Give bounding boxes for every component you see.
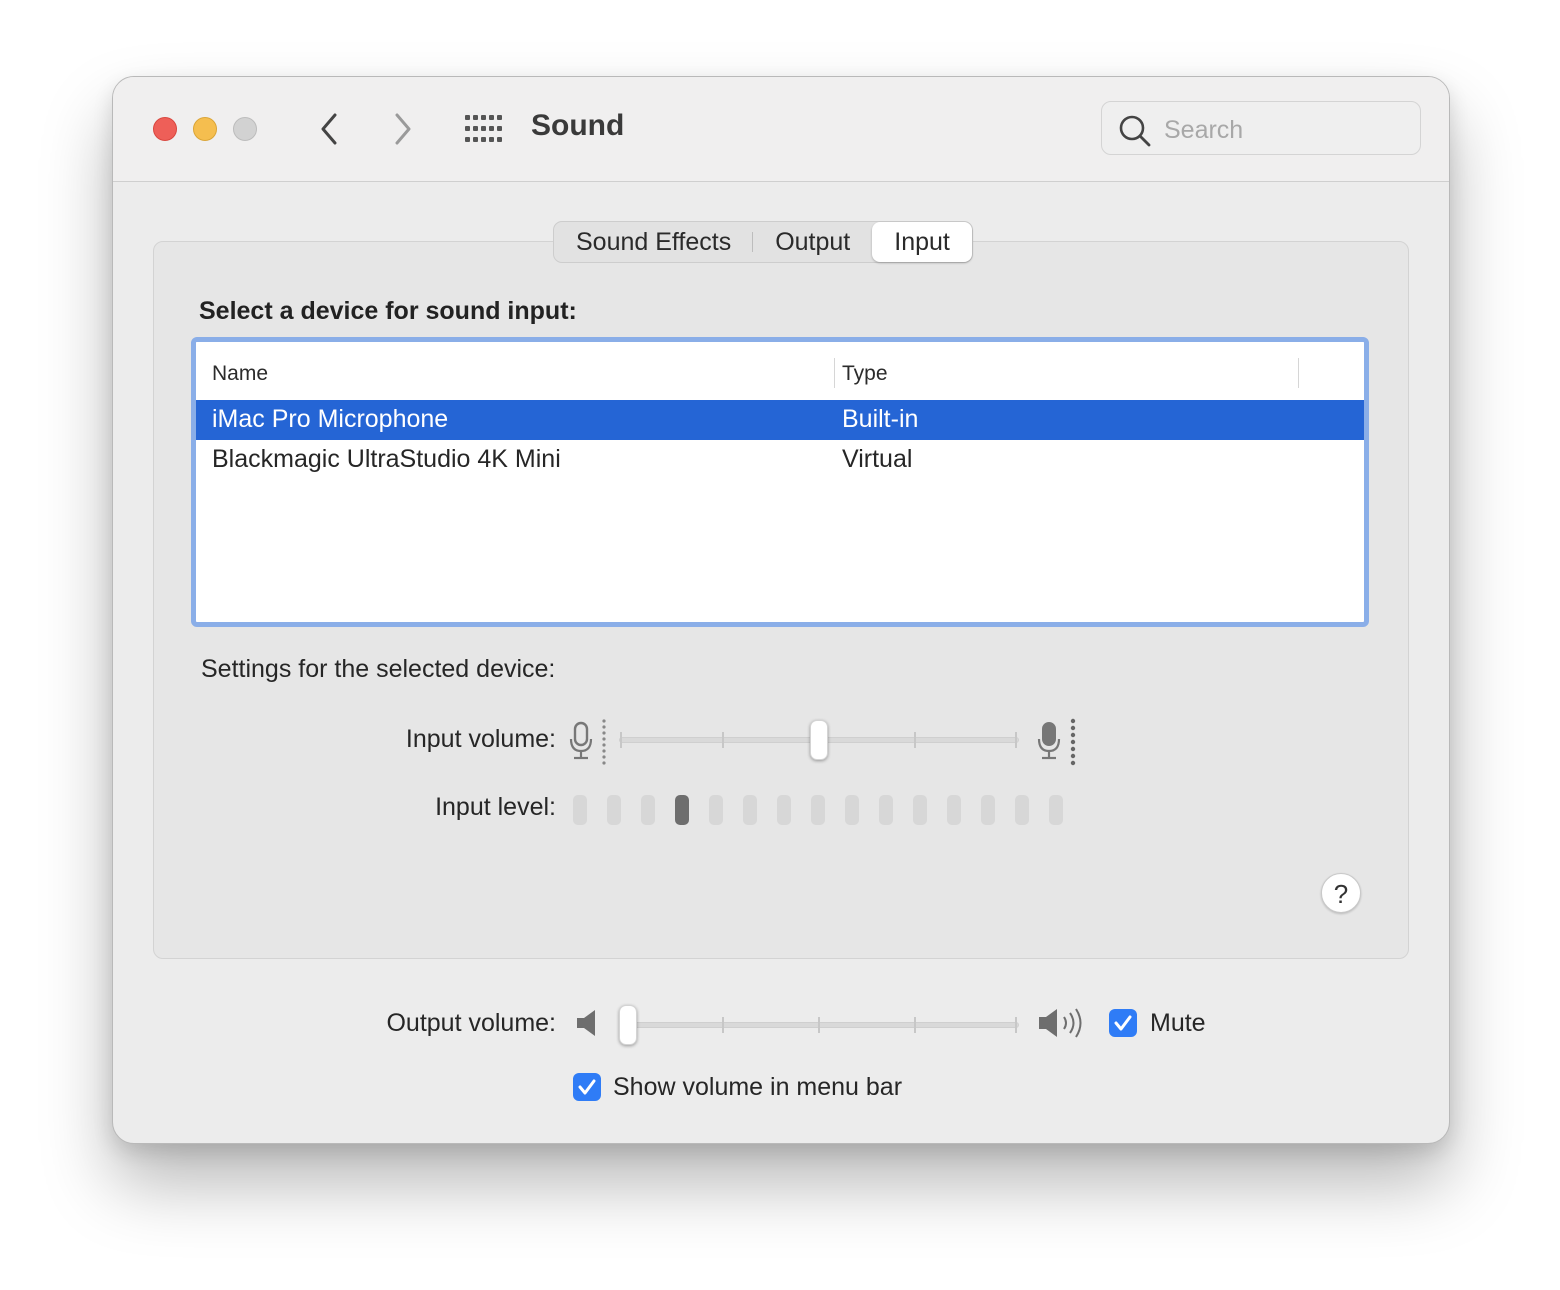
output-volume-label: Output volume: [386, 1009, 556, 1037]
column-header-type[interactable]: Type [842, 362, 888, 386]
show-volume-label[interactable]: Show volume in menu bar [613, 1073, 902, 1102]
level-segment [845, 795, 859, 825]
slider-tick [1015, 1017, 1017, 1033]
device-type: Built-in [842, 405, 919, 433]
level-segment [879, 795, 893, 825]
table-row[interactable]: Blackmagic UltraStudio 4K Mini Virtual [196, 440, 1364, 480]
output-volume-slider[interactable] [619, 1003, 1019, 1047]
window-title: Sound [531, 109, 625, 142]
settings-title: Settings for the selected device: [201, 655, 556, 683]
level-segment [1015, 795, 1029, 825]
slider-tick [620, 732, 622, 748]
level-segment [573, 795, 587, 825]
column-divider [1298, 358, 1299, 388]
slider-tick [1015, 732, 1017, 748]
slider-knob[interactable] [619, 1005, 637, 1045]
minimize-window-button[interactable] [193, 117, 217, 141]
slider-knob[interactable] [810, 720, 828, 760]
forward-button[interactable] [387, 111, 417, 147]
microphone-high-icon [1037, 718, 1076, 766]
input-volume-label: Input volume: [405, 725, 556, 753]
show-all-button[interactable] [465, 115, 503, 143]
level-segment [981, 795, 995, 825]
level-segment [913, 795, 927, 825]
level-segment [607, 795, 621, 825]
chevron-left-icon [321, 113, 337, 145]
speaker-low-icon [577, 1010, 595, 1036]
tab-bar: Sound Effects Output Input [553, 221, 973, 263]
table-row[interactable]: iMac Pro Microphone Built-in [196, 400, 1364, 440]
column-header-name[interactable]: Name [212, 362, 268, 386]
level-segment [675, 795, 689, 825]
checkmark-icon [578, 1079, 596, 1095]
device-name: iMac Pro Microphone [212, 405, 449, 433]
level-segment [641, 795, 655, 825]
device-type: Virtual [842, 445, 913, 473]
input-volume-slider[interactable] [619, 717, 1019, 761]
chevron-right-icon [395, 113, 411, 145]
input-level-label: Input level: [435, 793, 556, 821]
device-section-title: Select a device for sound input: [199, 297, 577, 325]
tab-input[interactable]: Input [872, 222, 972, 262]
search-input[interactable] [1162, 112, 1406, 148]
titlebar: Sound [113, 77, 1449, 182]
mute-label[interactable]: Mute [1150, 1009, 1206, 1038]
slider-tick [914, 1017, 916, 1033]
level-segment [777, 795, 791, 825]
slider-tick [722, 732, 724, 748]
mute-checkbox[interactable] [1109, 1009, 1137, 1037]
search-field[interactable] [1101, 101, 1421, 155]
level-segment [811, 795, 825, 825]
show-volume-checkbox[interactable] [573, 1073, 601, 1101]
search-icon [1119, 115, 1151, 147]
tab-sound-effects[interactable]: Sound Effects [554, 222, 754, 262]
back-button[interactable] [315, 111, 345, 147]
level-segment [709, 795, 723, 825]
level-segment [947, 795, 961, 825]
zoom-window-button[interactable] [233, 117, 257, 141]
input-level-meter [573, 793, 1073, 825]
microphone-low-icon [569, 719, 606, 765]
table-header: Name Type [196, 342, 1364, 401]
speaker-high-icon [1039, 1008, 1082, 1038]
column-divider [834, 358, 835, 388]
checkmark-icon [1114, 1015, 1132, 1031]
level-segment [743, 795, 757, 825]
tab-output[interactable]: Output [753, 222, 872, 262]
slider-tick [914, 732, 916, 748]
grid-icon [465, 115, 502, 142]
help-button[interactable]: ? [1321, 873, 1361, 913]
close-window-button[interactable] [153, 117, 177, 141]
slider-tick [722, 1017, 724, 1033]
level-segment [1049, 795, 1063, 825]
sound-preferences-window: Sound Sound Effects Output Input Select … [112, 76, 1450, 1144]
slider-tick [818, 1017, 820, 1033]
device-name: Blackmagic UltraStudio 4K Mini [212, 445, 561, 473]
input-device-table[interactable]: Name Type iMac Pro Microphone Built-in B… [191, 337, 1369, 627]
